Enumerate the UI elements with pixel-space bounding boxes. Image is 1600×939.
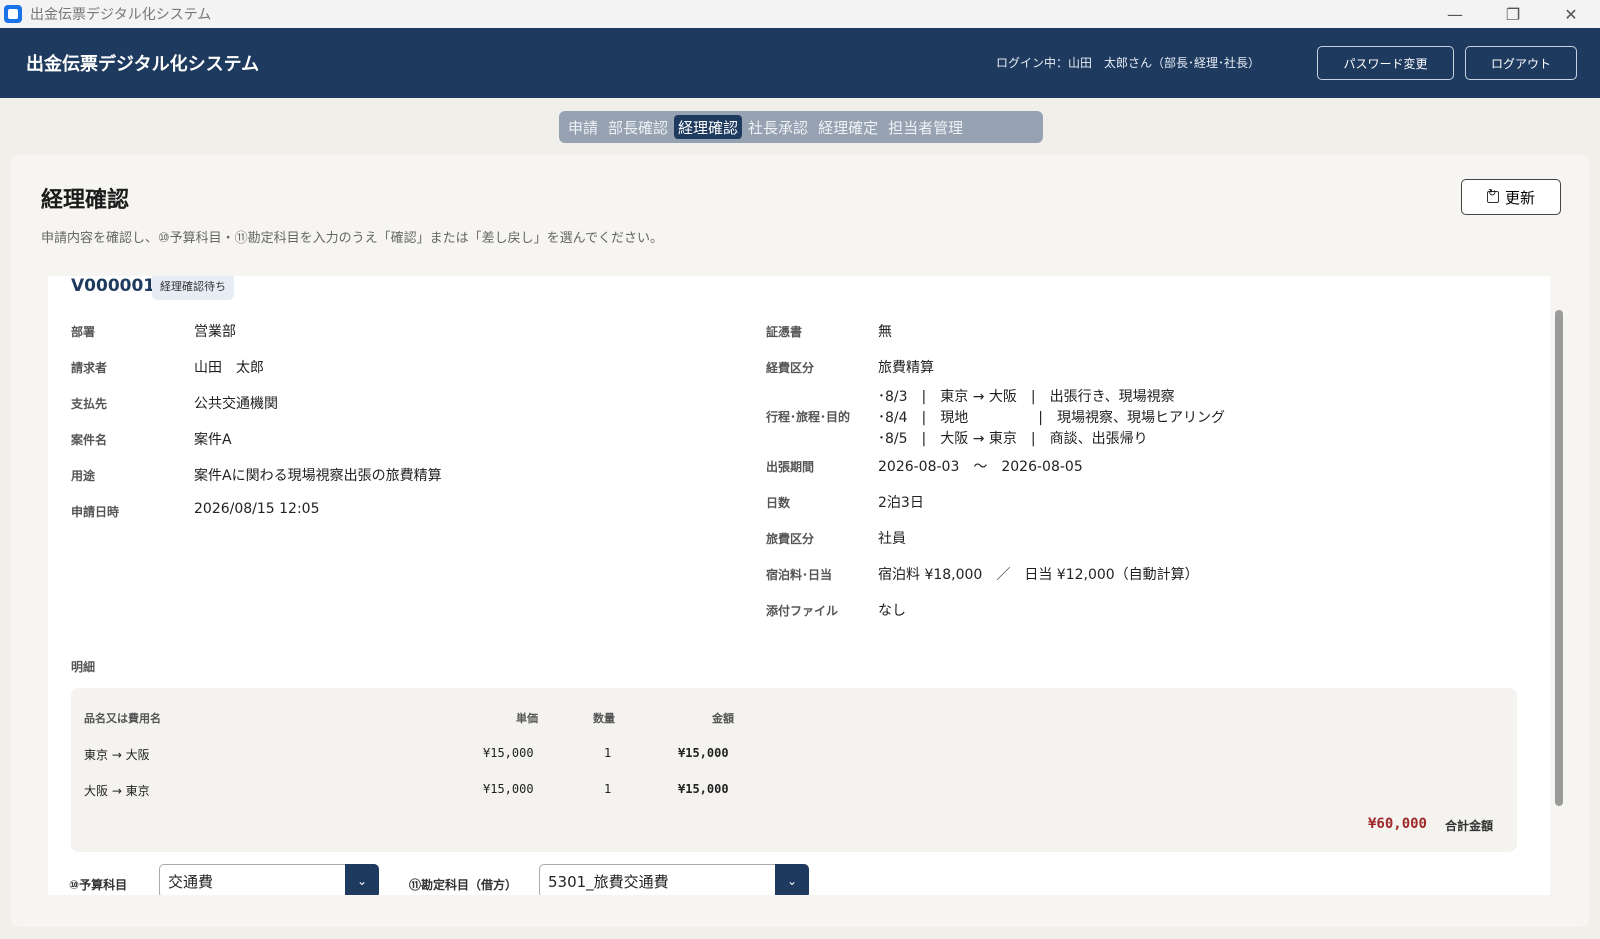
row-name: 大阪 → 東京 [84, 784, 150, 798]
travel-class-value: 社員 [878, 531, 906, 547]
certificate-label: 証憑書 [766, 325, 803, 339]
main-panel: 経理確認 更新 申請内容を確認し、⑩予算科目・⑪勘定科目を入力のうえ「確認」また… [11, 155, 1589, 927]
restore-button[interactable]: ❐ [1484, 0, 1542, 28]
voucher-card: V000001 経理確認待ち 部署 営業部 請求者 山田 太郎 支払先 公共交通… [48, 276, 1550, 895]
total-label: 合計金額 [1444, 819, 1493, 833]
purpose-label: 用途 [71, 469, 96, 483]
attachment-label: 添付ファイル [766, 604, 839, 618]
details-section-label: 明細 [71, 660, 96, 674]
project-label: 案件名 [71, 433, 108, 447]
tab-accounting-check[interactable]: 経理確認 [674, 115, 743, 139]
chevron-down-icon[interactable]: ⌄ [775, 864, 809, 895]
requester-label: 請求者 [71, 361, 108, 375]
tab-manager-check[interactable]: 部長確認 [604, 115, 672, 139]
department-label: 部署 [71, 325, 96, 339]
vertical-scrollbar[interactable] [1555, 310, 1563, 806]
period-label: 出張期間 [766, 460, 815, 474]
lodging-label: 宿泊料･日当 [766, 568, 833, 582]
refresh-label: 更新 [1504, 189, 1535, 207]
page-subtitle: 申請内容を確認し、⑩予算科目・⑪勘定科目を入力のうえ「確認」または「差し戻し」を… [41, 231, 664, 246]
row-name: 東京 → 大阪 [84, 748, 150, 762]
row-amount: ¥15,000 [678, 746, 729, 760]
payee-label: 支払先 [71, 397, 108, 411]
change-password-button[interactable]: パスワード変更 [1317, 46, 1454, 80]
row-amount: ¥15,000 [678, 782, 729, 796]
applied-at-label: 申請日時 [71, 505, 120, 519]
tab-apply[interactable]: 申請 [564, 115, 602, 139]
login-info: ログイン中：山田 太郎さん（部長･経理･社長） [995, 56, 1260, 70]
itinerary-line: ･8/3 | 東京 → 大阪 | 出張行き、現場視察 [878, 389, 1175, 405]
project-value: 案件A [194, 432, 232, 448]
column-header-quantity: 数量 [593, 712, 615, 725]
itinerary-line: ･8/5 | 大阪 → 東京 | 商談、出張帰り [878, 431, 1148, 447]
window-controls: — ❐ ✕ [1426, 0, 1600, 28]
details-table: 品名又は費用名 単価 数量 金額 東京 → 大阪 ¥15,000 1 ¥15,0… [71, 688, 1517, 852]
logout-button[interactable]: ログアウト [1465, 46, 1577, 80]
travel-class-label: 旅費区分 [766, 532, 815, 546]
close-button[interactable]: ✕ [1542, 0, 1600, 28]
voucher-id: V000001 [71, 276, 156, 296]
budget-account-label: ⑩予算科目 [69, 878, 128, 892]
window-titlebar: 出金伝票デジタル化システム — ❐ ✕ [0, 0, 1600, 28]
period-value: 2026-08-03 ～ 2026-08-05 [878, 459, 1083, 475]
row-quantity: 1 [604, 746, 612, 760]
row-unit-price: ¥15,000 [483, 782, 534, 796]
chevron-down-icon[interactable]: ⌄ [345, 864, 379, 895]
expense-type-value: 旅費精算 [878, 360, 934, 376]
itinerary-line: ･8/4 | 現地 | 現場視察、現場ヒアリング [878, 410, 1225, 426]
attachment-value: なし [878, 603, 906, 619]
column-header-name: 品名又は費用名 [84, 712, 161, 725]
nav-tabs: 申請 部長確認 経理確認 社長承認 経理確定 担当者管理 [559, 111, 1043, 143]
ledger-account-value: 5301_旅費交通費 [548, 872, 669, 891]
tab-president-approval[interactable]: 社長承認 [744, 115, 812, 139]
row-unit-price: ¥15,000 [483, 746, 534, 760]
tab-staff-management[interactable]: 担当者管理 [884, 115, 967, 139]
refresh-button[interactable]: 更新 [1461, 179, 1561, 215]
payee-value: 公共交通機関 [194, 396, 278, 412]
status-badge: 経理確認待ち [152, 276, 234, 300]
ledger-account-label: ⑪勘定科目（借方） [409, 878, 518, 892]
department-value: 営業部 [194, 324, 236, 340]
days-label: 日数 [766, 496, 791, 510]
refresh-icon [1486, 188, 1499, 203]
total-amount: ¥60,000 [1367, 816, 1427, 832]
row-quantity: 1 [604, 782, 612, 796]
ledger-account-select[interactable]: 5301_旅費交通費 ⌄ [539, 864, 809, 895]
minimize-button[interactable]: — [1426, 0, 1484, 28]
applied-at-value: 2026/08/15 12:05 [194, 501, 320, 517]
tab-accounting-confirm[interactable]: 経理確定 [814, 115, 882, 139]
lodging-value: 宿泊料 ¥18,000 ／ 日当 ¥12,000（自動計算） [878, 567, 1199, 583]
purpose-value: 案件Aに関わる現場視察出張の旅費精算 [194, 468, 442, 484]
window-title: 出金伝票デジタル化システム [30, 7, 212, 23]
budget-account-select[interactable]: 交通費 ⌄ [159, 864, 379, 895]
column-header-unit-price: 単価 [516, 712, 538, 725]
budget-account-value: 交通費 [168, 872, 214, 891]
app-title: 出金伝票デジタル化システム [26, 54, 260, 75]
certificate-value: 無 [878, 324, 892, 340]
column-header-amount: 金額 [712, 712, 734, 725]
itinerary-label: 行程･旅程･目的 [766, 410, 851, 424]
days-value: 2泊3日 [878, 495, 924, 511]
requester-value: 山田 太郎 [194, 360, 264, 376]
app-header: 出金伝票デジタル化システム ログイン中：山田 太郎さん（部長･経理･社長） パス… [0, 28, 1600, 98]
app-icon [4, 5, 22, 23]
page-title: 経理確認 [41, 188, 130, 213]
expense-type-label: 経費区分 [766, 361, 815, 375]
